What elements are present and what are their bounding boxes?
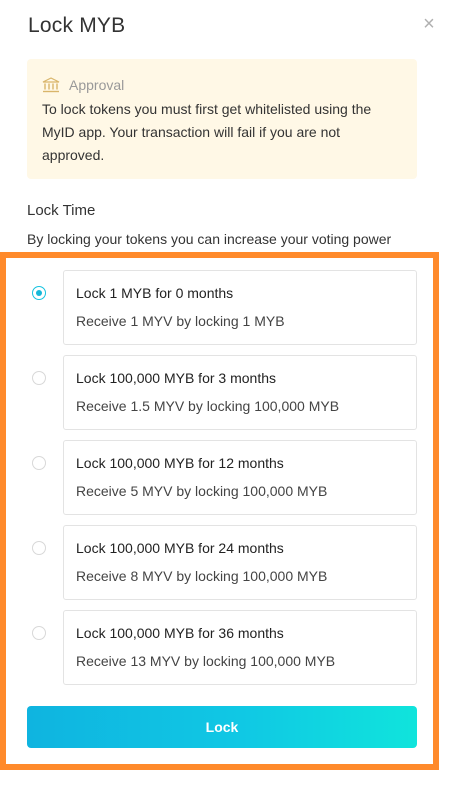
option-detail: Receive 13 MYV by locking 100,000 MYB — [76, 653, 336, 669]
lock-time-heading: Lock Time — [27, 202, 96, 219]
lock-option-3[interactable]: Lock 100,000 MYB for 24 months Receive 8… — [63, 525, 417, 600]
lock-option-2[interactable]: Lock 100,000 MYB for 12 months Receive 5… — [63, 440, 417, 515]
lock-option-0[interactable]: Lock 1 MYB for 0 months Receive 1 MYV by… — [63, 270, 417, 345]
option-radio-1[interactable] — [32, 371, 46, 385]
option-title: Lock 1 MYB for 0 months — [76, 285, 234, 301]
option-radio-2[interactable] — [32, 456, 46, 470]
notice-title: Approval — [69, 77, 125, 93]
option-radio-3[interactable] — [32, 541, 46, 555]
option-title: Lock 100,000 MYB for 36 months — [76, 625, 284, 641]
lock-button[interactable]: Lock — [27, 706, 417, 748]
modal-header: Lock MYB × — [28, 13, 435, 44]
option-radio-4[interactable] — [32, 626, 46, 640]
lock-option-4[interactable]: Lock 100,000 MYB for 36 months Receive 1… — [63, 610, 417, 685]
option-radio-0[interactable] — [32, 286, 46, 300]
option-detail: Receive 5 MYV by locking 100,000 MYB — [76, 483, 328, 499]
lock-time-description: By locking your tokens you can increase … — [27, 231, 392, 247]
lock-option-1[interactable]: Lock 100,000 MYB for 3 months Receive 1.… — [63, 355, 417, 430]
option-detail: Receive 8 MYV by locking 100,000 MYB — [76, 568, 328, 584]
option-title: Lock 100,000 MYB for 3 months — [76, 370, 276, 386]
option-detail: Receive 1 MYV by locking 1 MYB — [76, 313, 285, 329]
bank-icon — [42, 77, 60, 93]
close-icon[interactable]: × — [417, 12, 441, 36]
notice-text: To lock tokens you must first get whitel… — [42, 101, 372, 163]
option-title: Lock 100,000 MYB for 12 months — [76, 455, 284, 471]
option-detail: Receive 1.5 MYV by locking 100,000 MYB — [76, 398, 340, 414]
approval-notice: Approval To lock tokens you must first g… — [27, 59, 417, 179]
option-title: Lock 100,000 MYB for 24 months — [76, 540, 284, 556]
page-title: Lock MYB — [28, 14, 126, 37]
